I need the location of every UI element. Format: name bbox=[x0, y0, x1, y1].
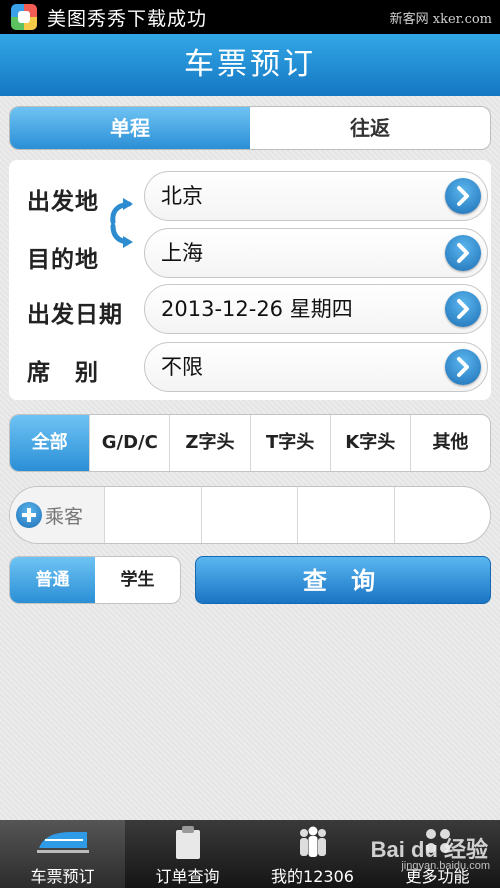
train-type-other[interactable]: 其他 bbox=[409, 415, 490, 471]
to-station-field[interactable]: 上海 bbox=[144, 228, 488, 278]
date-label: 出发日期 bbox=[27, 302, 123, 328]
seat-label: 席 别 bbox=[27, 360, 99, 386]
train-type-k[interactable]: K字头 bbox=[329, 415, 410, 471]
to-station-value: 上海 bbox=[161, 241, 203, 265]
people-icon bbox=[299, 826, 326, 857]
departure-date-value: 2013-12-26 星期四 bbox=[161, 297, 353, 321]
passenger-bar: 乘客 bbox=[9, 486, 491, 544]
seat-class-field[interactable]: 不限 bbox=[144, 342, 488, 392]
train-type-tabs: 全部 G/D/C Z字头 T字头 K字头 其他 bbox=[9, 414, 491, 472]
tab-one-way[interactable]: 单程 bbox=[10, 107, 250, 149]
from-station-field[interactable]: 北京 bbox=[144, 171, 488, 221]
passenger-slot[interactable] bbox=[395, 487, 491, 543]
train-icon bbox=[36, 832, 89, 853]
ticket-type-toggle: 普通 学生 bbox=[9, 556, 181, 604]
chevron-right-icon[interactable] bbox=[445, 291, 481, 327]
baidu-watermark-url: jingyan.baidu.com bbox=[401, 860, 490, 872]
passenger-slot[interactable] bbox=[105, 487, 202, 543]
nav-my-12306[interactable]: 我的12306 bbox=[250, 820, 375, 888]
passenger-slot[interactable] bbox=[298, 487, 395, 543]
train-type-t[interactable]: T字头 bbox=[249, 415, 330, 471]
train-type-all[interactable]: 全部 bbox=[10, 415, 90, 471]
from-station-value: 北京 bbox=[161, 184, 203, 208]
add-passenger-label: 乘客 bbox=[45, 505, 84, 528]
chevron-right-icon[interactable] bbox=[445, 235, 481, 271]
ticket-type-student[interactable]: 学生 bbox=[95, 557, 180, 603]
swap-stations-icon[interactable] bbox=[105, 198, 135, 250]
clipboard-icon bbox=[175, 826, 200, 859]
tab-round-trip[interactable]: 往返 bbox=[250, 107, 490, 149]
add-passenger-button[interactable]: 乘客 bbox=[10, 487, 105, 543]
nav-my-12306-label: 我的12306 bbox=[271, 867, 354, 886]
meitu-app-icon bbox=[11, 4, 37, 30]
departure-date-field[interactable]: 2013-12-26 星期四 bbox=[144, 284, 488, 334]
nav-order-query-label: 订单查询 bbox=[155, 867, 220, 886]
nav-order-query[interactable]: 订单查询 bbox=[125, 820, 250, 888]
booking-form: 出发地 目的地 出发日期 席 别 北京 上海 2013-12-26 星期四 不限 bbox=[9, 160, 491, 400]
train-type-z[interactable]: Z字头 bbox=[169, 415, 249, 471]
status-notification: 美图秀秀下载成功 bbox=[47, 7, 208, 30]
site-watermark: 新客网 xker.com bbox=[389, 12, 492, 27]
from-label: 出发地 bbox=[27, 189, 99, 215]
page-title: 车票预订 bbox=[0, 34, 500, 96]
trip-type-tabs: 单程 往返 bbox=[9, 106, 491, 150]
status-bar: 美图秀秀下载成功 新客网 xker.com bbox=[0, 0, 500, 34]
nav-ticket-booking[interactable]: 车票预订 bbox=[0, 820, 125, 888]
to-label: 目的地 bbox=[27, 247, 99, 273]
ticket-type-regular[interactable]: 普通 bbox=[10, 557, 95, 603]
train-type-gdc[interactable]: G/D/C bbox=[89, 415, 169, 471]
query-button[interactable]: 查 询 bbox=[195, 556, 491, 604]
chevron-right-icon[interactable] bbox=[445, 349, 481, 385]
nav-ticket-booking-label: 车票预订 bbox=[30, 867, 95, 886]
chevron-right-icon[interactable] bbox=[445, 178, 481, 214]
plus-icon bbox=[16, 502, 42, 528]
seat-class-value: 不限 bbox=[161, 355, 203, 379]
passenger-slot[interactable] bbox=[202, 487, 298, 543]
